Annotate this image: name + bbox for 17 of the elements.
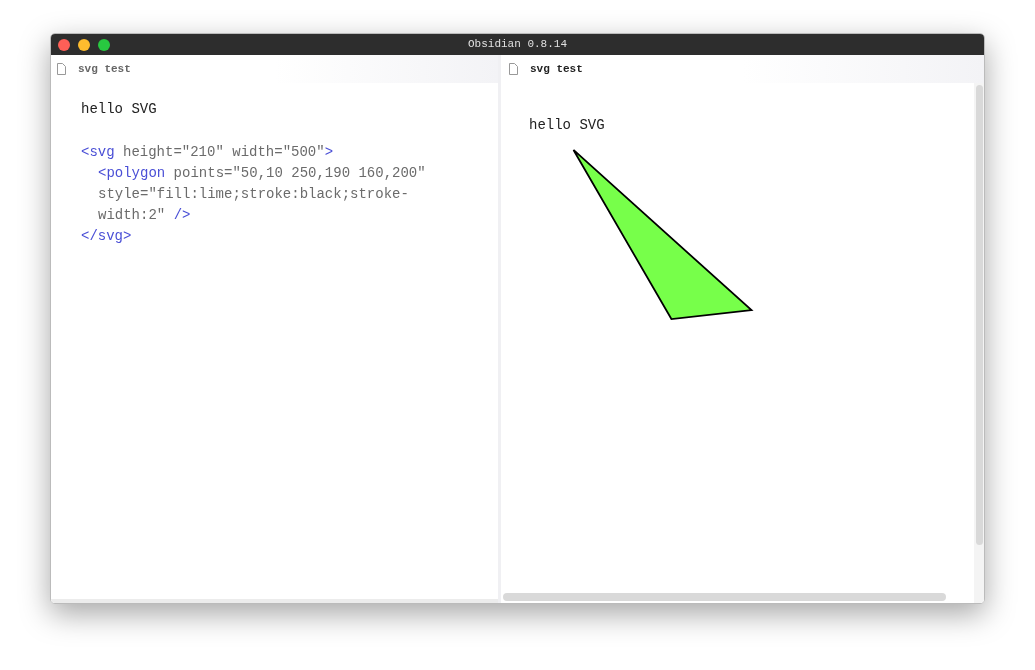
file-icon	[509, 63, 518, 75]
code-line: width:2" />	[97, 206, 192, 225]
horizontal-scrollbar[interactable]	[503, 593, 946, 601]
heading-text: hello SVG	[81, 100, 158, 119]
tab-title[interactable]: svg test	[78, 60, 131, 78]
window-title: Obsidian 0.8.14	[468, 37, 567, 53]
vertical-scrollbar[interactable]	[975, 85, 983, 545]
code-line: style="fill:lime;stroke:black;stroke-	[97, 185, 410, 204]
zoom-button[interactable]	[98, 38, 110, 51]
code-line: <svg height="210" width="500">	[81, 143, 335, 162]
file-icon	[57, 63, 66, 75]
code-line: </svg>	[81, 227, 133, 246]
tab-title[interactable]: svg test	[530, 60, 583, 78]
close-button[interactable]	[58, 38, 70, 51]
minimize-button[interactable]	[78, 38, 90, 51]
heading-text: hello SVG	[529, 116, 606, 135]
code-line: <polygon points="50,10 250,190 160,200"	[97, 164, 427, 183]
